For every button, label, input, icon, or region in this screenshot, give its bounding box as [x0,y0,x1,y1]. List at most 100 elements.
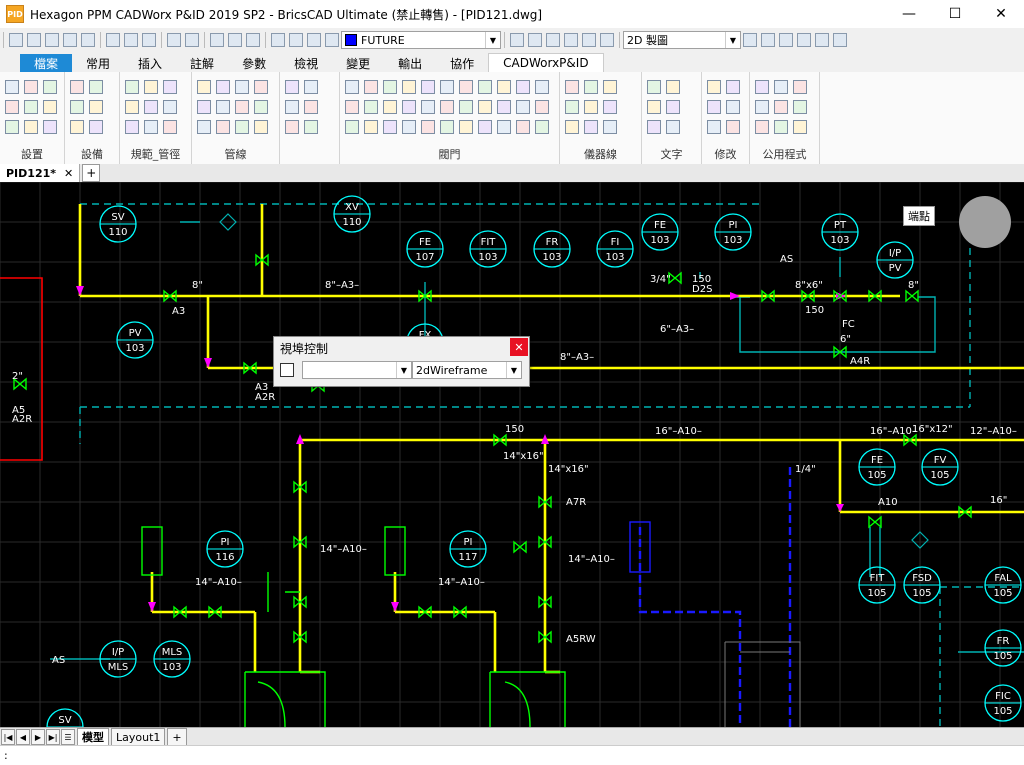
ribbon-tool-icon[interactable] [24,100,38,114]
find-icon[interactable] [106,33,120,47]
drawing-canvas[interactable]: SV110XV110FE107FIT103FR103FI103FX103FE10… [0,182,1024,727]
ribbon-tool-icon[interactable] [755,120,769,134]
help-icon[interactable] [833,33,847,47]
ribbon-tool-icon[interactable] [24,120,38,134]
tab-annotate[interactable]: 註解 [176,54,228,72]
ribbon-tool-icon[interactable] [144,80,158,94]
plot-icon[interactable] [142,33,156,47]
ribbon-tool-icon[interactable] [647,100,661,114]
layer-print-icon[interactable] [325,33,339,47]
ribbon-tool-icon[interactable] [497,100,511,114]
new-file-icon[interactable] [9,33,23,47]
ribbon-tool-icon[interactable] [459,80,473,94]
next-tab-icon[interactable]: ▶ [31,729,45,745]
prev-tab-icon[interactable]: ◀ [16,729,30,745]
ribbon-tool-icon[interactable] [216,120,230,134]
ribbon-tool-icon[interactable] [285,80,299,94]
layer-freeze-icon[interactable] [582,33,596,47]
close-button[interactable]: ✕ [978,0,1024,28]
ribbon-tool-icon[interactable] [774,120,788,134]
workspace-select[interactable]: 2D 製圖 ▼ [623,31,741,49]
tab-modify[interactable]: 變更 [332,54,384,72]
ribbon-tool-icon[interactable] [565,80,579,94]
command-line[interactable]: : [0,745,1024,765]
ribbon-tool-icon[interactable] [345,80,359,94]
ribbon-tool-icon[interactable] [163,80,177,94]
ribbon-tool-icon[interactable] [774,80,788,94]
ribbon-tool-icon[interactable] [89,100,103,114]
first-tab-icon[interactable]: |◀ [1,729,15,745]
ribbon-tool-icon[interactable] [421,120,435,134]
save-icon[interactable] [45,33,59,47]
tab-list-icon[interactable]: ☰ [61,729,75,745]
ribbon-tool-icon[interactable] [478,80,492,94]
tab-model[interactable]: 模型 [77,728,109,746]
cut-icon[interactable] [210,33,224,47]
ribbon-tool-icon[interactable] [535,120,549,134]
ribbon-tool-icon[interactable] [535,80,549,94]
ribbon-tool-icon[interactable] [584,120,598,134]
viewport-checkbox[interactable] [280,363,294,377]
print-icon[interactable] [81,33,95,47]
ribbon-tool-icon[interactable] [793,120,807,134]
ribbon-tool-icon[interactable] [584,100,598,114]
ribbon-tool-icon[interactable] [235,80,249,94]
ribbon-tool-icon[interactable] [565,100,579,114]
tab-collaborate[interactable]: 協作 [436,54,488,72]
tab-file[interactable]: 檔案 [20,54,73,72]
ribbon-tool-icon[interactable] [24,80,38,94]
ribbon-tool-icon[interactable] [235,100,249,114]
ribbon-tool-icon[interactable] [707,100,721,114]
publish-icon[interactable] [124,33,138,47]
minimize-button[interactable]: — [886,0,932,28]
ribbon-tool-icon[interactable] [603,120,617,134]
ribbon-tool-icon[interactable] [647,80,661,94]
layer-bulb-icon[interactable] [271,33,285,47]
ribbon-tool-icon[interactable] [459,120,473,134]
ribbon-tool-icon[interactable] [163,100,177,114]
new-tab-button[interactable]: + [82,164,101,182]
ribbon-tool-icon[interactable] [216,100,230,114]
ribbon-tool-icon[interactable] [402,120,416,134]
ribbon-tool-icon[interactable] [603,100,617,114]
ribbon-tool-icon[interactable] [497,120,511,134]
ribbon-tool-icon[interactable] [345,120,359,134]
ribbon-tool-icon[interactable] [235,120,249,134]
ribbon-tool-icon[interactable] [254,100,268,114]
ribbon-tool-icon[interactable] [89,120,103,134]
ribbon-tool-icon[interactable] [726,100,740,114]
ribbon-tool-icon[interactable] [70,120,84,134]
ribbon-tool-icon[interactable] [43,120,57,134]
ribbon-tool-icon[interactable] [364,80,378,94]
ribbon-tool-icon[interactable] [440,100,454,114]
ribbon-tool-icon[interactable] [774,100,788,114]
close-icon[interactable]: ✕ [64,167,73,180]
ribbon-tool-icon[interactable] [383,80,397,94]
ribbon-tool-icon[interactable] [5,120,19,134]
ribbon-tool-icon[interactable] [197,100,211,114]
layer-isolate-icon[interactable] [546,33,560,47]
ribbon-tool-icon[interactable] [666,120,680,134]
ribbon-tool-icon[interactable] [304,80,318,94]
ribbon-tool-icon[interactable] [440,120,454,134]
ribbon-tool-icon[interactable] [125,80,139,94]
ribbon-tool-icon[interactable] [43,100,57,114]
tool-palette-icon[interactable] [779,33,793,47]
ribbon-tool-icon[interactable] [421,100,435,114]
layer-previous-icon[interactable] [528,33,542,47]
visual-style-select[interactable]: 2dWireframe ▼ [412,361,522,379]
ribbon-tool-icon[interactable] [603,80,617,94]
ribbon-tool-icon[interactable] [535,100,549,114]
layer-select[interactable]: FUTURE ▼ [341,31,501,49]
ribbon-tool-icon[interactable] [666,80,680,94]
layer-lock-icon[interactable] [307,33,321,47]
layer-states-icon[interactable] [564,33,578,47]
ribbon-tool-icon[interactable] [5,100,19,114]
ribbon-tool-icon[interactable] [197,120,211,134]
ribbon-tool-icon[interactable] [285,120,299,134]
doc-tab-pid121[interactable]: PID121* ✕ [0,164,81,182]
tab-cadworx-pid[interactable]: CADWorxP&ID [488,53,604,72]
view-select[interactable]: ▼ [302,361,412,379]
copy-icon[interactable] [228,33,242,47]
tab-insert[interactable]: 插入 [124,54,176,72]
